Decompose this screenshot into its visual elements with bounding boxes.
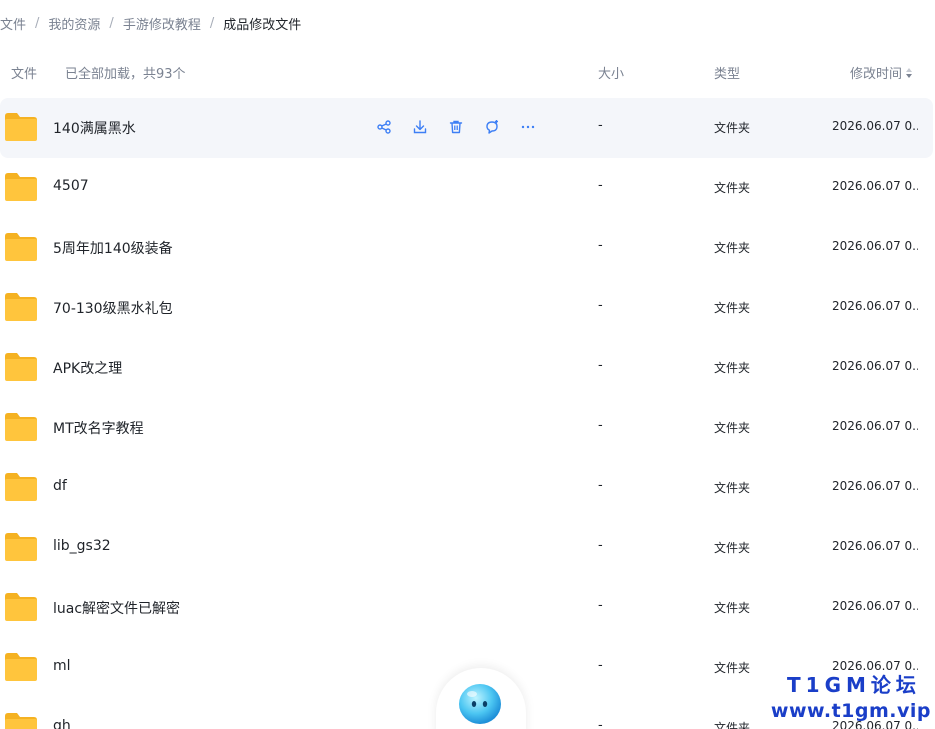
more-icon[interactable] bbox=[510, 113, 546, 141]
file-size: - bbox=[598, 658, 603, 673]
header-type[interactable]: 类型 bbox=[714, 63, 740, 82]
watermark-title: T1GM论坛 bbox=[787, 673, 921, 697]
folder-icon bbox=[3, 111, 39, 143]
file-type: 文件夹 bbox=[714, 601, 751, 615]
file-type: 文件夹 bbox=[714, 661, 751, 675]
file-size: - bbox=[598, 418, 603, 433]
file-row[interactable]: lib_gs32 - 文件夹 2026.06.07 0... bbox=[0, 518, 933, 578]
file-mtime: 2026.06.07 0... bbox=[832, 179, 918, 193]
file-size: - bbox=[598, 358, 603, 373]
watermark: T1GM论坛 www.t1gm.vip bbox=[771, 672, 931, 724]
file-type: 文件夹 bbox=[714, 121, 751, 135]
file-type: 文件夹 bbox=[714, 301, 751, 315]
file-size: - bbox=[598, 478, 603, 493]
file-name[interactable]: 4507 bbox=[53, 178, 89, 194]
breadcrumb-separator: / bbox=[209, 15, 215, 31]
file-type: 文件夹 bbox=[714, 721, 751, 729]
row-actions bbox=[366, 113, 546, 141]
folder-icon bbox=[3, 591, 39, 623]
folder-icon bbox=[3, 711, 39, 729]
file-row[interactable]: APK改之理 - 文件夹 2026.06.07 0... bbox=[0, 338, 933, 398]
file-size: - bbox=[598, 118, 603, 133]
file-name[interactable]: 140满属黑水 bbox=[53, 118, 136, 138]
file-name[interactable]: df bbox=[53, 478, 67, 494]
folder-icon bbox=[3, 531, 39, 563]
file-row[interactable]: luac解密文件已解密 - 文件夹 2026.06.07 0... bbox=[0, 578, 933, 638]
folder-icon bbox=[3, 291, 39, 323]
file-size: - bbox=[598, 598, 603, 613]
file-name[interactable]: 70-130级黑水礼包 bbox=[53, 298, 173, 318]
file-name[interactable]: lib_gs32 bbox=[53, 538, 111, 554]
file-type: 文件夹 bbox=[714, 421, 751, 435]
file-mtime: 2026.06.07 0... bbox=[832, 119, 918, 133]
mascot-icon bbox=[459, 684, 501, 724]
file-size: - bbox=[598, 298, 603, 313]
file-row[interactable]: 5周年加140级装备 - 文件夹 2026.06.07 0... bbox=[0, 218, 933, 278]
header-size[interactable]: 大小 bbox=[598, 63, 624, 82]
breadcrumb-all-files[interactable]: 部文件 bbox=[0, 14, 26, 33]
header-name[interactable]: 文件 bbox=[11, 63, 37, 82]
file-size: - bbox=[598, 538, 603, 553]
list-header: 文件 已全部加载，共93个 大小 类型 修改时间 bbox=[0, 60, 935, 84]
file-size: - bbox=[598, 718, 603, 729]
share-icon[interactable] bbox=[366, 113, 402, 141]
header-mtime-label: 修改时间 bbox=[850, 67, 903, 82]
folder-icon bbox=[3, 411, 39, 443]
file-size: - bbox=[598, 238, 603, 253]
breadcrumb-separator: / bbox=[109, 15, 114, 31]
sort-desc-icon[interactable] bbox=[906, 67, 913, 78]
file-type: 文件夹 bbox=[714, 481, 751, 495]
breadcrumb-current-folder: 成品修改文件 bbox=[223, 17, 302, 33]
file-mtime: 2026.06.07 0... bbox=[832, 599, 918, 613]
file-type: 文件夹 bbox=[714, 361, 751, 375]
comment-icon[interactable] bbox=[474, 113, 510, 141]
folder-icon bbox=[3, 231, 39, 263]
file-manager-page: 部文件 / 我的资源 / 手游修改教程 / 成品修改文件 文件 已全部加载，共9… bbox=[0, 0, 935, 729]
folder-icon bbox=[3, 171, 39, 203]
file-mtime: 2026.06.07 0... bbox=[832, 359, 918, 373]
breadcrumb-mobile-game-tutorials[interactable]: 手游修改教程 bbox=[123, 14, 201, 33]
breadcrumb-my-resources[interactable]: 我的资源 bbox=[48, 14, 100, 33]
file-type: 文件夹 bbox=[714, 241, 751, 255]
breadcrumb-separator: / bbox=[35, 15, 40, 31]
file-mtime: 2026.06.07 0... bbox=[832, 299, 918, 313]
file-name[interactable]: ml bbox=[53, 658, 71, 674]
file-mtime: 2026.06.07 0... bbox=[832, 659, 918, 673]
file-name[interactable]: APK改之理 bbox=[53, 358, 122, 378]
file-type: 文件夹 bbox=[714, 181, 751, 195]
file-row[interactable]: 4507 - 文件夹 2026.06.07 0... bbox=[0, 158, 933, 218]
file-list: 140满属黑水 - 文件夹 2026.06.07 0... 4507 - 文件夹 2026.0… bbox=[0, 98, 935, 729]
file-row[interactable]: df - 文件夹 2026.06.07 0... bbox=[0, 458, 933, 518]
file-name[interactable]: MT改名字教程 bbox=[53, 418, 144, 438]
file-row[interactable]: 70-130级黑水礼包 - 文件夹 2026.06.07 0... bbox=[0, 278, 933, 338]
file-size: - bbox=[598, 178, 603, 193]
folder-icon bbox=[3, 351, 39, 383]
file-row[interactable]: MT改名字教程 - 文件夹 2026.06.07 0... bbox=[0, 398, 933, 458]
file-name[interactable]: luac解密文件已解密 bbox=[53, 598, 180, 618]
header-mtime[interactable]: 修改时间 bbox=[850, 63, 913, 82]
folder-icon bbox=[3, 471, 39, 503]
breadcrumb: 部文件 / 我的资源 / 手游修改教程 / 成品修改文件 bbox=[0, 13, 301, 33]
file-name[interactable]: 5周年加140级装备 bbox=[53, 238, 173, 258]
loaded-status: 已全部加载，共93个 bbox=[65, 67, 186, 82]
file-mtime: 2026.06.07 0... bbox=[832, 419, 918, 433]
watermark-url: www.t1gm.vip bbox=[770, 700, 931, 722]
download-icon[interactable] bbox=[402, 113, 438, 141]
file-mtime: 2026.06.07 0... bbox=[832, 479, 918, 493]
file-mtime: 2026.06.07 0... bbox=[832, 539, 918, 553]
file-name[interactable]: qh bbox=[53, 718, 71, 729]
file-row[interactable]: 140满属黑水 - 文件夹 2026.06.07 0... bbox=[0, 98, 933, 158]
file-type: 文件夹 bbox=[714, 541, 751, 555]
folder-icon bbox=[3, 651, 39, 683]
file-mtime: 2026.06.07 0... bbox=[832, 239, 918, 253]
delete-icon[interactable] bbox=[438, 113, 474, 141]
